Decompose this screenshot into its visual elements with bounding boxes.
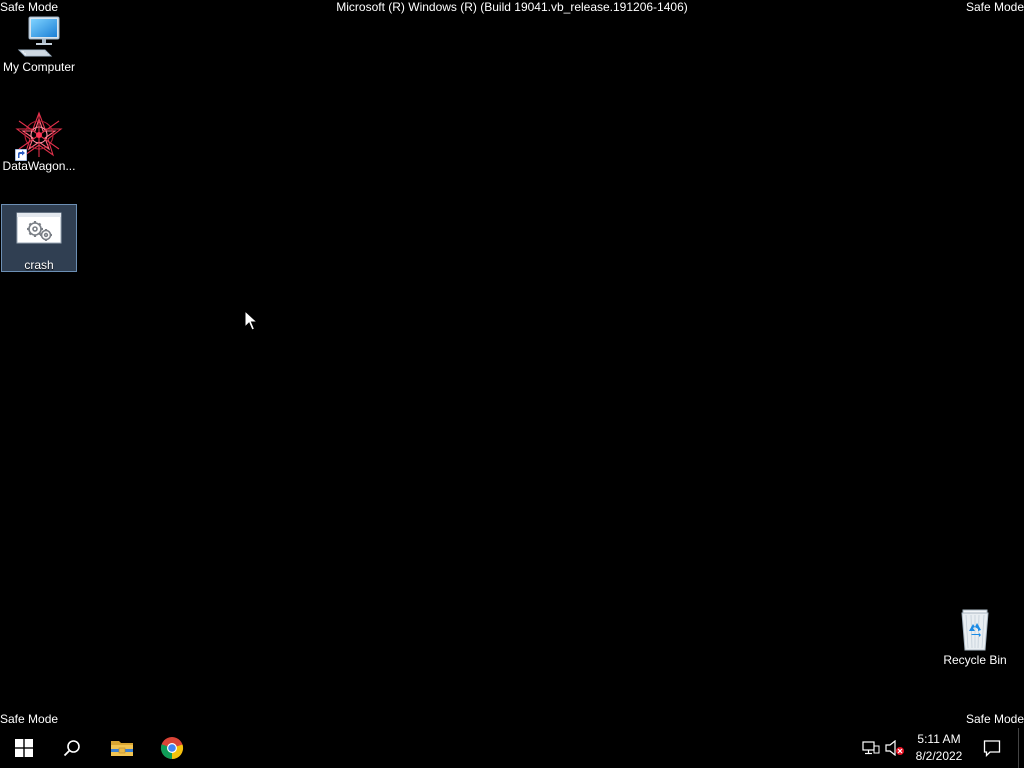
desktop-icon-recycle-bin[interactable]: Recycle Bin (937, 601, 1013, 667)
recycle-bin-icon (951, 605, 999, 653)
search-icon (63, 740, 80, 757)
file-explorer-button[interactable] (98, 728, 146, 768)
start-button[interactable] (0, 728, 48, 768)
desktop-icon-label: My Computer (2, 60, 76, 74)
folder-icon (111, 741, 133, 756)
desktop-icon-label: Recycle Bin (943, 653, 1007, 667)
action-center-button[interactable] (972, 728, 1012, 768)
taskbar: 5:11 AM 8/2/2022 (0, 728, 1024, 768)
safe-mode-label-bottom-left: Safe Mode (0, 712, 59, 726)
safe-mode-label-bottom-right: Safe Mode (965, 712, 1024, 726)
clock-time: 5:11 AM (917, 732, 961, 746)
windows-start-icon (15, 739, 33, 757)
taskbar-clock[interactable]: 5:11 AM 8/2/2022 (908, 728, 970, 768)
desktop-icon-label: crash (24, 258, 54, 272)
show-desktop-button[interactable] (1018, 728, 1024, 768)
action-center-icon (983, 740, 1001, 757)
crash-app-icon (15, 211, 63, 259)
desktop-icon-datawagon[interactable]: DataWagon... (1, 107, 77, 173)
chrome-button[interactable] (148, 728, 196, 768)
desktop[interactable]: Safe Mode Microsoft (R) Windows (R) (Bui… (0, 0, 1024, 728)
desktop-icon-label: DataWagon... (2, 159, 76, 173)
network-tray-button[interactable] (860, 728, 882, 768)
chrome-icon (160, 737, 184, 760)
search-button[interactable] (48, 728, 96, 768)
safe-mode-label-top-right: Safe Mode (965, 0, 1024, 14)
mouse-cursor-icon (244, 310, 258, 331)
build-version-label: Microsoft (R) Windows (R) (Build 19041.v… (336, 0, 688, 14)
volume-muted-icon (885, 740, 904, 756)
clock-date: 8/2/2022 (915, 749, 963, 763)
desktop-icon-crash[interactable]: crash (1, 204, 77, 272)
desktop-icon-my-computer[interactable]: My Computer (1, 8, 77, 74)
datawagon-icon (15, 111, 63, 161)
volume-tray-button[interactable] (884, 728, 906, 768)
computer-icon (15, 12, 63, 60)
network-icon (862, 741, 880, 755)
